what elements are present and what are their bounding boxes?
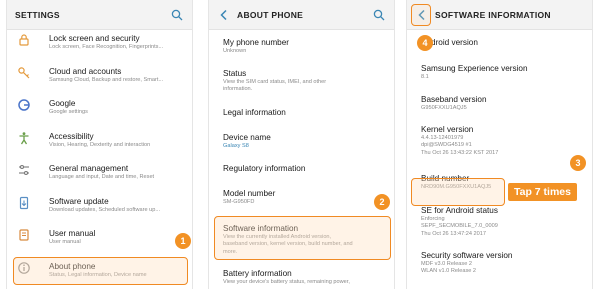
settings-item-cloud-accounts[interactable]: Cloud and accounts Samsung Cloud, Backup…	[7, 63, 192, 96]
settings-item-software-update[interactable]: Software update Download updates, Schedu…	[7, 193, 192, 226]
settings-topbar: SETTINGS	[7, 0, 192, 30]
software-information-topbar: SOFTWARE INFORMATION	[407, 0, 592, 30]
item-sub: Samsung Cloud, Backup and restore, Smart…	[49, 76, 164, 83]
book-icon	[17, 228, 31, 242]
about-item-phone-number[interactable]: My phone number Unknown	[209, 30, 394, 62]
item-name: General management	[49, 164, 129, 173]
item-sub: Google settings	[49, 109, 88, 115]
item-name: Regulatory information	[223, 164, 306, 173]
about-item-regulatory[interactable]: Regulatory information	[209, 158, 394, 183]
item-name: Legal information	[223, 108, 286, 117]
software-information-screen: SOFTWARE INFORMATION Android version Sam…	[406, 0, 593, 289]
back-arrow-icon[interactable]	[217, 8, 231, 22]
about-phone-screen: ABOUT PHONE My phone number Unknown Stat…	[208, 0, 395, 289]
item-sub: User manual	[49, 239, 81, 245]
software-item-kernel-version[interactable]: Kernel version 4.4.13-12401979 dpi@SWDG4…	[407, 116, 592, 163]
tap-instruction-label: Tap 7 times	[508, 183, 577, 201]
step-badge-back: 4	[417, 35, 433, 51]
build-number-highlight	[411, 178, 505, 206]
update-icon	[17, 196, 31, 210]
item-sub: SEPF_SECMOBILE_7.0_0009	[421, 223, 498, 230]
item-sub: Download updates, Scheduled software up.…	[49, 206, 161, 213]
about-item-model-number[interactable]: Model number SM-G950FD	[209, 183, 394, 216]
item-sub: Language and input, Date and time, Reset	[49, 174, 155, 180]
step-badge: 2	[374, 194, 390, 210]
settings-item-google[interactable]: Google Google settings	[7, 95, 192, 128]
item-sub: Unknown	[223, 48, 247, 54]
item-name: Baseband version	[421, 95, 487, 104]
software-item-baseband-version[interactable]: Baseband version G950FXXU1AQJ5	[407, 84, 592, 116]
settings-screen: SETTINGS Lock screen and security Lock s…	[6, 0, 193, 289]
settings-item-user-manual[interactable]: User manual User manual	[7, 225, 192, 258]
item-name: Samsung Experience version	[421, 64, 528, 73]
item-name: User manual	[49, 229, 96, 238]
software-item-security-version[interactable]: Security software version MDF v3.0 Relea…	[407, 243, 592, 283]
item-sub: View your device's battery status, remai…	[223, 279, 350, 285]
item-sub: SM-G950FD	[223, 199, 255, 205]
item-name: Android version	[421, 38, 478, 47]
item-sub: 8.1	[421, 74, 429, 80]
search-icon[interactable]	[170, 8, 184, 22]
back-button-highlight	[411, 4, 431, 26]
item-sub: 4.4.13-12401979	[421, 135, 464, 141]
screen-title: SOFTWARE INFORMATION	[435, 9, 551, 20]
about-item-legal[interactable]: Legal information	[209, 102, 394, 127]
accessibility-icon	[17, 131, 31, 145]
about-phone-topbar: ABOUT PHONE	[209, 0, 394, 30]
item-name: SE for Android status	[421, 206, 498, 215]
google-icon	[17, 98, 31, 112]
item-name: Google	[49, 99, 76, 108]
item-name: Status	[223, 69, 247, 78]
item-sub: WLAN v1.0 Release 2	[421, 268, 477, 275]
item-sub: Enforcing	[421, 216, 445, 222]
item-sub: Galaxy S8	[223, 143, 249, 149]
software-item-samsung-experience[interactable]: Samsung Experience version 8.1	[407, 53, 592, 84]
item-name: Device name	[223, 133, 271, 142]
about-item-status[interactable]: Status View the SIM card status, IMEI, a…	[209, 62, 394, 102]
about-item-battery[interactable]: Battery information View your device's b…	[209, 264, 394, 289]
item-sub: Vision, Hearing, Dexterity and interacti…	[49, 141, 151, 148]
about-phone-highlight	[13, 257, 188, 285]
software-information-highlight	[214, 216, 391, 260]
item-name: Accessibility	[49, 131, 94, 141]
software-item-android-version[interactable]: Android version	[407, 30, 592, 53]
step-badge: 1	[175, 233, 191, 249]
settings-item-general-management[interactable]: General management Language and input, D…	[7, 160, 192, 193]
step-badge-build: 3	[570, 155, 586, 171]
item-name: My phone number	[223, 38, 289, 47]
item-sub: Thu Oct 26 13:43:22 KST 2017	[421, 149, 499, 156]
item-name: Battery information	[223, 269, 292, 278]
settings-item-accessibility[interactable]: Accessibility Vision, Hearing, Dexterity…	[7, 128, 192, 161]
item-name: Lock screen and security	[49, 34, 140, 43]
item-name: Security software version	[421, 251, 513, 260]
screen-title: ABOUT PHONE	[237, 9, 304, 20]
item-sub: Thu Oct 26 13:47:24 2017	[421, 230, 486, 237]
item-name: Kernel version	[421, 125, 474, 134]
item-sub: information.	[223, 86, 253, 93]
key-icon	[17, 66, 31, 80]
item-sub: G950FXXU1AQJ5	[421, 105, 467, 111]
item-sub: MDF v3.0 Release 2	[421, 261, 472, 267]
sliders-icon	[17, 163, 31, 177]
item-name: Software update	[49, 196, 109, 206]
item-sub: Lock screen, Face Recognition, Fingerpri…	[49, 44, 164, 50]
item-sub: View the SIM card status, IMEI, and othe…	[223, 79, 327, 85]
screen-title: SETTINGS	[15, 9, 60, 20]
about-item-device-name[interactable]: Device name Galaxy S8	[209, 127, 394, 158]
settings-item-lock-screen[interactable]: Lock screen and security Lock screen, Fa…	[7, 30, 192, 63]
item-sub: dpi@SWDG4519 #1	[421, 142, 472, 149]
item-name: Cloud and accounts	[49, 66, 122, 76]
item-name: Model number	[223, 189, 276, 198]
lock-icon	[17, 33, 31, 47]
search-icon[interactable]	[372, 8, 386, 22]
